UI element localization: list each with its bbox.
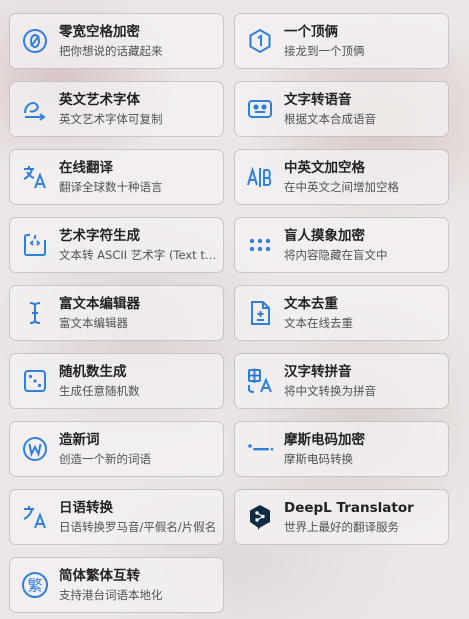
tool-card-one-top-two[interactable]: 一个顶俩 接龙到一个顶俩	[234, 13, 449, 69]
tool-card-japanese[interactable]: 日语转换 日语转换罗马音/平假名/片假名	[9, 489, 224, 545]
hexagon-one-icon	[245, 26, 275, 56]
tool-title: 在线翻译	[59, 160, 113, 176]
tool-title: 汉字转拼音	[284, 364, 352, 380]
tool-title: 摩斯电码加密	[284, 432, 365, 448]
tool-card-zero-width[interactable]: 零宽空格加密 把你想说的话藏起来	[9, 13, 224, 69]
tool-card-simplified-traditional[interactable]: 繁 简体繁体互转 支持港台词语本地化	[9, 557, 224, 613]
tool-card-text: 盲人摸象加密 将内容隐藏在盲文中	[284, 227, 388, 263]
tool-desc: 接龙到一个顶俩	[284, 44, 365, 58]
code-box-icon	[20, 230, 50, 260]
tool-card-text: 文字转语音 根据文本合成语音	[284, 91, 376, 127]
braille-icon	[245, 230, 275, 260]
tool-desc: 在中英文之间增加空格	[284, 180, 399, 194]
japanese-icon	[20, 502, 50, 532]
tool-desc: 摩斯电码转换	[284, 452, 353, 466]
tool-desc: 生成任意随机数	[59, 384, 140, 398]
tool-card-deepl[interactable]: DeepL Translator 世界上最好的翻译服务	[234, 489, 449, 545]
tool-desc: 创造一个新的词语	[59, 452, 151, 466]
deepl-logo-icon	[245, 502, 275, 532]
tool-card-text: 文本去重 文本在线去重	[284, 295, 353, 331]
tool-title: 简体繁体互转	[59, 568, 140, 584]
traditional-chinese-icon: 繁	[20, 570, 50, 600]
tool-card-text: 汉字转拼音 将中文转换为拼音	[284, 363, 376, 399]
tool-card-text: 造新词 创造一个新的词语	[59, 431, 151, 467]
morse-icon	[245, 434, 275, 464]
tool-card-text: 艺术字符生成 文本转 ASCII 艺术字 (Text to ASCII)	[59, 227, 219, 263]
tool-card-text: 在线翻译 翻译全球数十种语言	[59, 159, 163, 195]
tool-card-ascii-art[interactable]: 艺术字符生成 文本转 ASCII 艺术字 (Text to ASCII)	[9, 217, 224, 273]
tool-card-cn-en-space[interactable]: 中英文加空格 在中英文之间增加空格	[234, 149, 449, 205]
tool-card-text: 随机数生成 生成任意随机数	[59, 363, 140, 399]
tool-desc: 将中文转换为拼音	[284, 384, 376, 398]
tool-title: 富文本编辑器	[59, 296, 140, 312]
zero-width-icon	[20, 26, 50, 56]
tool-grid: 零宽空格加密 把你想说的话藏起来 一个顶俩 接龙到一个顶俩 英文艺术字体 英文艺…	[9, 13, 449, 613]
tool-desc: 翻译全球数十种语言	[59, 180, 163, 194]
tool-desc: 把你想说的话藏起来	[59, 44, 163, 58]
tool-title: 盲人摸象加密	[284, 228, 365, 244]
svg-text:繁: 繁	[27, 577, 42, 595]
tool-title: 日语转换	[59, 500, 113, 516]
tool-title: 一个顶俩	[284, 24, 338, 40]
tool-desc: 世界上最好的翻译服务	[284, 520, 399, 534]
tool-card-text: 零宽空格加密 把你想说的话藏起来	[59, 23, 163, 59]
tool-card-text: 日语转换 日语转换罗马音/平假名/片假名	[59, 499, 216, 535]
tool-title: 中英文加空格	[284, 160, 365, 176]
tool-card-text: 简体繁体互转 支持港台词语本地化	[59, 567, 163, 603]
tool-title: 造新词	[59, 432, 100, 448]
art-font-icon	[20, 94, 50, 124]
tool-card-text: 一个顶俩 接龙到一个顶俩	[284, 23, 365, 59]
tool-desc: 将内容隐藏在盲文中	[284, 248, 388, 262]
translate-icon	[20, 162, 50, 192]
tool-desc: 根据文本合成语音	[284, 112, 376, 126]
tool-desc: 英文艺术字体可复制	[59, 112, 163, 126]
tool-desc: 支持港台词语本地化	[59, 588, 163, 602]
tool-title: 文本去重	[284, 296, 338, 312]
a-b-spacing-icon	[245, 162, 275, 192]
tool-card-text: 摩斯电码加密 摩斯电码转换	[284, 431, 365, 467]
tool-card-new-word[interactable]: 造新词 创造一个新的词语	[9, 421, 224, 477]
dice-icon	[20, 366, 50, 396]
tool-card-text: 中英文加空格 在中英文之间增加空格	[284, 159, 399, 195]
tool-card-tts[interactable]: 文字转语音 根据文本合成语音	[234, 81, 449, 137]
tool-title: 随机数生成	[59, 364, 127, 380]
tool-card-rich-text-editor[interactable]: 富文本编辑器 富文本编辑器	[9, 285, 224, 341]
text-to-speech-icon	[245, 94, 275, 124]
tool-desc: 富文本编辑器	[59, 316, 128, 330]
tool-desc: 文本转 ASCII 艺术字 (Text to ASCII)	[59, 248, 219, 262]
tool-title: 英文艺术字体	[59, 92, 140, 108]
tool-card-pinyin[interactable]: 汉字转拼音 将中文转换为拼音	[234, 353, 449, 409]
pinyin-icon	[245, 366, 275, 396]
tool-card-translate[interactable]: 在线翻译 翻译全球数十种语言	[9, 149, 224, 205]
tool-desc: 日语转换罗马音/平假名/片假名	[59, 520, 217, 534]
file-dedupe-icon	[245, 298, 275, 328]
w-circle-icon	[20, 434, 50, 464]
tool-title: 文字转语音	[284, 92, 352, 108]
tool-card-text: DeepL Translator 世界上最好的翻译服务	[284, 499, 414, 535]
tool-title: DeepL Translator	[284, 500, 414, 516]
tool-title: 零宽空格加密	[59, 24, 140, 40]
tool-card-text: 富文本编辑器 富文本编辑器	[59, 295, 140, 331]
tool-desc: 文本在线去重	[284, 316, 353, 330]
tool-card-text: 英文艺术字体 英文艺术字体可复制	[59, 91, 163, 127]
tool-card-morse[interactable]: 摩斯电码加密 摩斯电码转换	[234, 421, 449, 477]
tool-card-braille[interactable]: 盲人摸象加密 将内容隐藏在盲文中	[234, 217, 449, 273]
tool-card-dedupe[interactable]: 文本去重 文本在线去重	[234, 285, 449, 341]
tool-title: 艺术字符生成	[59, 228, 140, 244]
tool-card-random-number[interactable]: 随机数生成 生成任意随机数	[9, 353, 224, 409]
text-cursor-icon	[20, 298, 50, 328]
tool-card-art-font[interactable]: 英文艺术字体 英文艺术字体可复制	[9, 81, 224, 137]
